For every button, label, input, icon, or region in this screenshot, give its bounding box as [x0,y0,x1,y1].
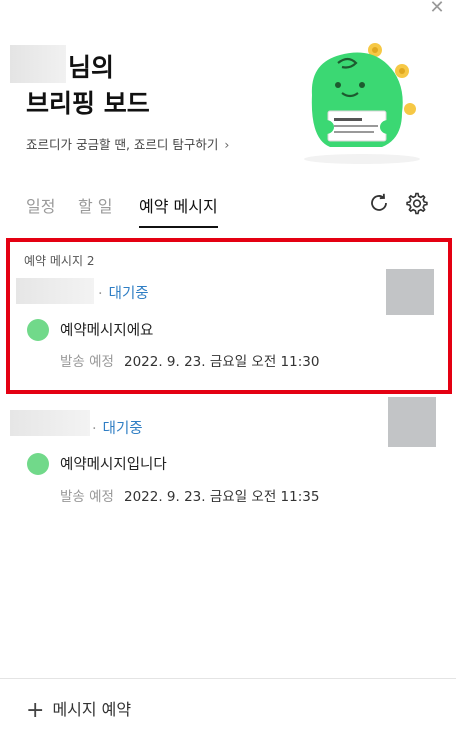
jordy-explore-label: 죠르디가 궁금할 땐, 죠르디 탐구하기 [26,137,219,152]
footer-divider [0,678,456,679]
reserved-message-item[interactable]: · 대기중 예약메시지입니다 발송 예정 2022. 9. 23. 금요일 오전 1… [0,396,456,516]
recipient-name-redacted [10,410,90,436]
refresh-icon[interactable] [367,191,391,215]
jordy-avatar-icon [27,453,49,475]
gear-icon[interactable] [405,191,429,215]
add-reserved-message-button[interactable]: + 메시지 예약 [26,696,131,723]
reserved-count-label: 예약 메시지 2 [24,254,95,268]
status-text: 대기중 [108,286,149,302]
message-text: 예약메시지입니다 [60,457,167,473]
recipient-thumbnail [386,269,434,315]
status-text: 대기중 [102,421,143,437]
schedule-info: 발송 예정 2022. 9. 23. 금요일 오전 11:35 [60,485,319,505]
add-reserved-message-label: 메시지 예약 [52,700,132,719]
page-title-line2: 브리핑 보드 [26,89,150,118]
recipient-name-redacted [16,278,94,304]
jordy-explore-link[interactable]: 죠르디가 궁금할 땐, 죠르디 탐구하기 › [26,134,229,153]
user-name-redacted [10,45,66,83]
schedule-time: 2022. 9. 23. 금요일 오전 11:30 [123,354,320,370]
message-text: 예약메시지에요 [60,323,154,339]
briefing-header: 님의 브리핑 보드 죠르디가 궁금할 땐, 죠르디 탐구하기 › [0,0,456,170]
jordy-mascot-illustration [304,43,420,164]
chevron-right-icon: › [224,137,230,152]
status-badge: · 대기중 [92,421,143,437]
tab-todo[interactable]: 할 일 [78,193,113,217]
schedule-info: 발송 예정 2022. 9. 23. 금요일 오전 11:30 [60,350,319,370]
page-title-line1: 님의 [68,53,115,82]
plus-icon: + [26,698,45,723]
status-badge: · 대기중 [98,286,149,302]
schedule-time: 2022. 9. 23. 금요일 오전 11:35 [123,489,320,505]
recipient-thumbnail [388,397,436,447]
tab-bar: 일정 할 일 예약 메시지 [0,185,456,229]
schedule-label: 발송 예정 [60,489,114,505]
schedule-label: 발송 예정 [60,354,114,370]
tab-schedule[interactable]: 일정 [26,193,55,217]
jordy-avatar-icon [27,319,49,341]
reserved-message-item[interactable]: 예약 메시지 2 · 대기중 예약메시지에요 발송 예정 2022. 9. 23. … [0,238,456,396]
tab-reserved-messages[interactable]: 예약 메시지 [139,193,218,228]
